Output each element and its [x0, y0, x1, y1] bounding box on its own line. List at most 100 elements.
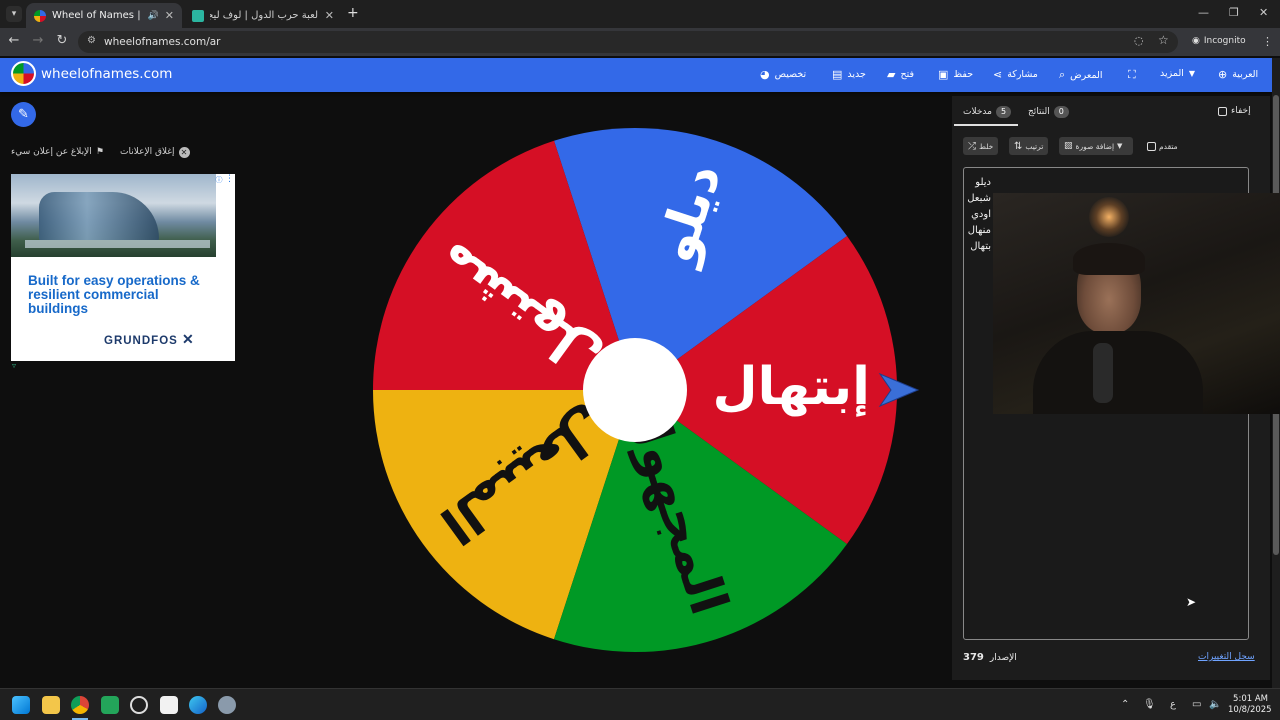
spinning-wheel[interactable]: ديلومشتهلالمبيعلالمجهولإبتهال	[360, 124, 920, 664]
tab-legoo[interactable]: لعبة حرب الدول | لوف ليجو يوفر ✕	[184, 3, 342, 28]
bookmark-star-icon[interactable]: ☆	[1158, 33, 1169, 47]
menu-more[interactable]: المزيد ▼	[1160, 68, 1195, 79]
windows-start-icon[interactable]	[12, 696, 30, 714]
tab-title: لعبة حرب الدول | لوف ليجو يوفر	[210, 10, 318, 21]
eye-off-icon[interactable]: ◌	[1134, 34, 1144, 47]
menu-label: المزيد	[1160, 68, 1184, 79]
shuffle-label: خلط	[979, 141, 994, 151]
volume-icon[interactable]: 🔈	[1209, 699, 1221, 710]
reload-icon[interactable]: ↻	[53, 33, 71, 48]
save-icon: ▣	[938, 68, 949, 81]
clock[interactable]: 5:01 AM 10/8/2025	[1228, 694, 1272, 716]
tab-entries[interactable]: مدخلات 5	[963, 106, 1012, 118]
speaker-icon[interactable]: 🔊	[148, 11, 159, 21]
close-tab-icon[interactable]: ✕	[165, 9, 174, 22]
entry-line: بتهال	[970, 241, 991, 252]
site-info-icon[interactable]: ⚙	[87, 35, 96, 46]
tab-results-label: النتائج	[1028, 107, 1050, 117]
ad-info-icon[interactable]: ⓘ	[214, 175, 224, 185]
ad-choices-icon[interactable]: ▿	[12, 361, 16, 370]
address-bar[interactable]: ⚙ wheelofnames.com/ar ◌ ☆	[78, 31, 1178, 53]
close-tab-icon[interactable]: ✕	[325, 9, 334, 22]
menu-save[interactable]: ▣ حفظ	[938, 68, 973, 81]
report-ad-link[interactable]: الإبلاغ عن إعلان سيء ⚑	[11, 147, 104, 157]
wheel-center[interactable]	[583, 338, 687, 442]
browser-tab-strip: ▾ Wheel of Names | العشوائي 🔊 ✕ لعبة حرب…	[0, 0, 1280, 28]
close-window-icon[interactable]: ✕	[1259, 6, 1268, 19]
changelog-link[interactable]: سجل التغييرات	[1198, 652, 1255, 662]
add-image-label: إضافة صورة	[1075, 141, 1115, 151]
incognito-indicator[interactable]: ◉ Incognito	[1192, 36, 1246, 46]
image-icon: ▨	[1064, 141, 1073, 151]
ad-building-shape	[39, 192, 159, 240]
menu-open[interactable]: ▰ فتح	[887, 68, 914, 81]
minimize-icon[interactable]: —	[1198, 6, 1209, 19]
edge-icon[interactable]	[189, 696, 207, 714]
restore-icon[interactable]: ❐	[1229, 6, 1239, 19]
network-icon[interactable]: ▭	[1192, 699, 1201, 710]
tab-results[interactable]: النتائج 0	[1028, 106, 1069, 118]
menu-share[interactable]: ⋖ مشاركة	[993, 68, 1038, 81]
wheel-logo-icon[interactable]	[11, 61, 36, 86]
tab-wheel-of-names[interactable]: Wheel of Names | العشوائي 🔊 ✕	[26, 3, 182, 28]
ad-building-image	[11, 174, 216, 257]
grundfos-logo-icon: ✕	[182, 331, 195, 347]
shuffle-icon: ⤮	[968, 140, 976, 152]
ad-brand: GRUNDFOS ✕	[104, 331, 195, 348]
tray-chevron-icon[interactable]: ⌃	[1121, 699, 1129, 710]
advanced-toggle[interactable]: متقدم	[1142, 137, 1183, 155]
microphone	[1093, 343, 1113, 403]
add-image-button[interactable]: ▨ إضافة صورة ▼	[1059, 137, 1133, 155]
caret-down-icon: ▼	[1117, 142, 1123, 150]
ad-brand-text: GRUNDFOS	[104, 335, 178, 347]
caret-down-icon: ▼	[1188, 69, 1196, 78]
search-icon: ⌕	[1059, 68, 1066, 81]
incognito-icon: ◉	[1192, 36, 1200, 46]
advanced-label: متقدم	[1159, 141, 1178, 151]
advertisement[interactable]: ⓘ ⋮ Built for easy operations & resilien…	[11, 174, 235, 361]
url-text: wheelofnames.com/ar	[104, 36, 221, 48]
edit-pencil-button[interactable]: ✎	[11, 102, 36, 127]
close-ads-link[interactable]: إغلاق الإعلانات ✕	[120, 147, 190, 158]
language-indicator[interactable]: ع	[1170, 699, 1176, 710]
wheel-favicon-icon	[34, 9, 46, 22]
fullscreen-icon: ⛶	[1128, 68, 1136, 81]
ad-options-icon[interactable]: ⋮	[225, 174, 234, 184]
menu-label: العربية	[1232, 69, 1259, 80]
sort-button[interactable]: ⇅ ترتيب	[1009, 137, 1049, 155]
settings-gear-icon[interactable]	[218, 696, 236, 714]
active-tab-underline	[954, 124, 1018, 126]
forward-icon[interactable]: →	[29, 33, 47, 48]
chrome-icon[interactable]	[71, 696, 89, 714]
back-icon[interactable]: ←	[5, 33, 23, 48]
browser-menu-icon[interactable]: ⋮	[1262, 35, 1273, 48]
clock-date: 10/8/2025	[1228, 705, 1272, 715]
github-icon[interactable]	[130, 696, 148, 714]
site-header: wheelofnames.com ◕ تخصيص ▤ جديد ▰ فتح ▣ …	[0, 58, 1272, 92]
tab-entries-label: مدخلات	[963, 107, 992, 117]
shuffle-button[interactable]: ⤮ خلط	[963, 137, 999, 155]
menu-new[interactable]: ▤ جديد	[832, 68, 866, 81]
menu-customize[interactable]: ◕ تخصيص	[760, 68, 806, 81]
hide-checkbox[interactable]	[1218, 106, 1227, 116]
folder-icon: ▰	[887, 68, 896, 81]
file-explorer-icon[interactable]	[42, 696, 60, 714]
microphone-icon[interactable]: 🎙	[1143, 699, 1156, 710]
sort-label: ترتيب	[1025, 141, 1044, 151]
wheel-slice-label: إبتهال	[712, 357, 870, 417]
tab-search-button[interactable]: ▾	[6, 6, 22, 22]
new-tab-button[interactable]: +	[347, 5, 359, 21]
entry-line: منهال	[967, 225, 991, 236]
app-icon[interactable]	[101, 696, 119, 714]
advanced-checkbox[interactable]	[1147, 141, 1156, 151]
menu-label: جديد	[847, 69, 866, 80]
menu-label: مشاركة	[1007, 69, 1038, 80]
fullscreen-button[interactable]: ⛶	[1128, 68, 1136, 82]
menu-gallery[interactable]: ⌕ المعرض	[1059, 68, 1103, 82]
game-favicon-icon	[192, 9, 204, 22]
capcut-icon[interactable]	[160, 696, 178, 714]
site-title[interactable]: wheelofnames.com	[41, 66, 172, 82]
menu-language[interactable]: ⊕ العربية	[1218, 68, 1258, 81]
version-info: 379 الإصدار	[963, 652, 1017, 663]
hide-toggle[interactable]: إخفاء	[1218, 106, 1251, 116]
